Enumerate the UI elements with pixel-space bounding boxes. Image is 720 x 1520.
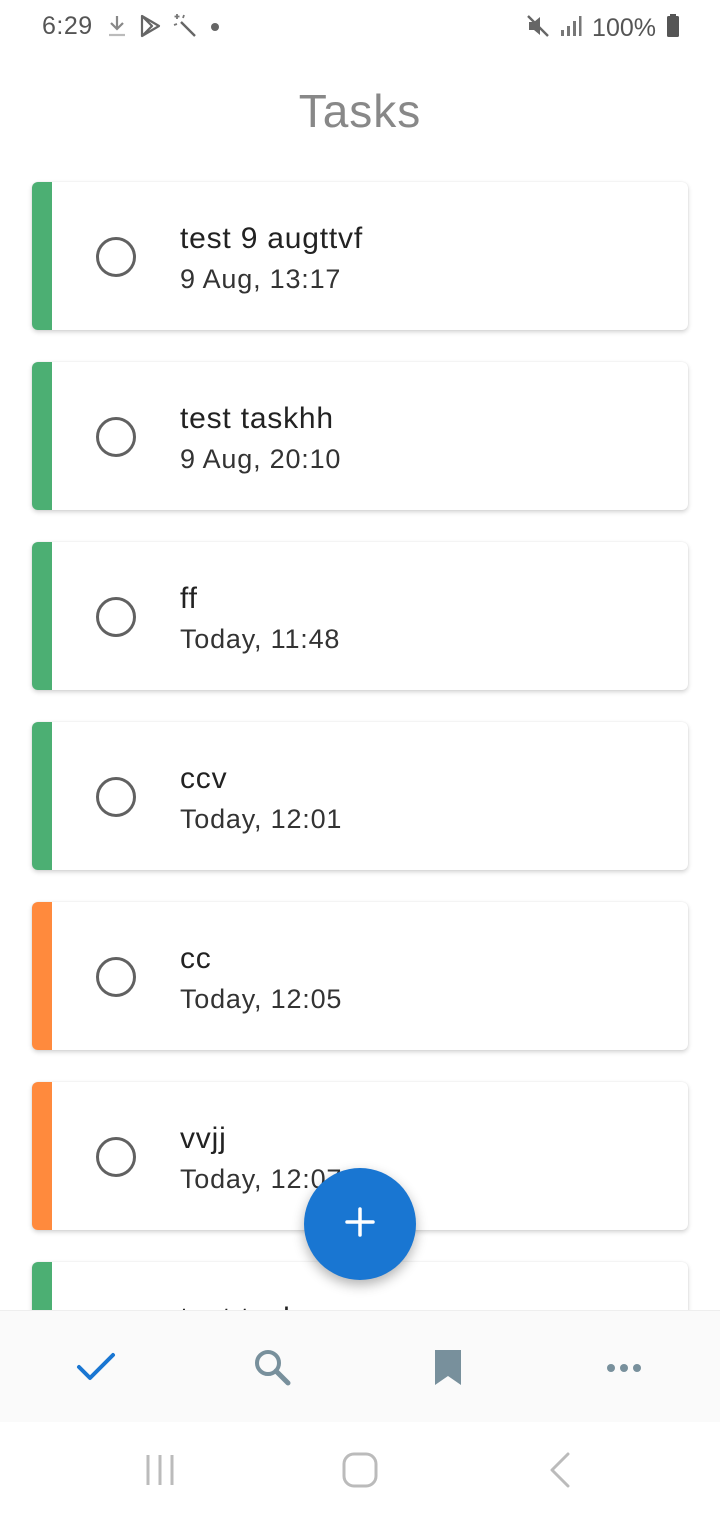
task-complete-checkbox[interactable] xyxy=(96,597,136,637)
home-button[interactable] xyxy=(330,1450,390,1494)
priority-stripe xyxy=(32,1082,52,1230)
task-card[interactable]: test 9 augttvf 9 Aug, 13:17 xyxy=(32,182,688,330)
signal-icon xyxy=(560,13,582,44)
priority-stripe xyxy=(32,182,52,330)
priority-stripe xyxy=(32,902,52,1050)
task-card[interactable]: cc Today, 12:05 xyxy=(32,902,688,1050)
task-date: 9 Aug, 13:17 xyxy=(180,264,342,294)
add-task-button[interactable] xyxy=(304,1168,416,1280)
play-store-icon xyxy=(138,13,162,44)
bottom-navigation xyxy=(0,1310,720,1423)
task-title: test task xyxy=(180,1302,299,1310)
priority-stripe xyxy=(32,542,52,690)
home-icon xyxy=(341,1451,379,1494)
task-title: vvjj xyxy=(180,1122,227,1155)
task-card[interactable]: ccv Today, 12:01 xyxy=(32,722,688,870)
task-complete-checkbox[interactable] xyxy=(96,957,136,997)
priority-stripe xyxy=(32,722,52,870)
system-navigation xyxy=(0,1422,720,1520)
task-title: test 9 augttvf xyxy=(180,222,363,255)
battery-percentage: 100% xyxy=(592,13,656,42)
check-icon xyxy=(76,1351,116,1388)
mute-icon xyxy=(526,13,550,44)
recents-icon xyxy=(142,1453,178,1492)
task-title: ccv xyxy=(180,762,228,795)
battery-icon xyxy=(666,13,680,44)
magic-wand-icon xyxy=(172,13,198,44)
page-title: Tasks xyxy=(298,85,422,137)
plus-icon xyxy=(344,1206,376,1243)
priority-stripe xyxy=(32,1262,52,1310)
status-bar: 6:29 100% xyxy=(0,0,720,56)
task-title: cc xyxy=(180,942,212,975)
task-complete-checkbox[interactable] xyxy=(96,237,136,277)
more-icon xyxy=(606,1360,642,1378)
dot-icon xyxy=(208,13,222,44)
task-title: ff xyxy=(180,582,198,615)
status-icons-left xyxy=(106,13,222,44)
nav-more[interactable] xyxy=(594,1339,654,1399)
nav-search[interactable] xyxy=(242,1339,302,1399)
task-list[interactable]: test 9 augttvf 9 Aug, 13:17 test taskhh … xyxy=(0,160,720,1310)
back-icon xyxy=(548,1452,572,1493)
status-time: 6:29 xyxy=(42,12,93,40)
task-title: test taskhh xyxy=(180,402,334,435)
task-complete-checkbox[interactable] xyxy=(96,1137,136,1177)
recents-button[interactable] xyxy=(130,1450,190,1494)
nav-tasks[interactable] xyxy=(66,1339,126,1399)
task-date: Today, 11:48 xyxy=(180,624,341,654)
priority-stripe xyxy=(32,362,52,510)
task-complete-checkbox[interactable] xyxy=(96,417,136,457)
status-icons-right: 100% xyxy=(526,12,680,44)
task-card[interactable]: test taskhh 9 Aug, 20:10 xyxy=(32,362,688,510)
task-date: Today, 12:01 xyxy=(180,804,343,834)
task-complete-checkbox[interactable] xyxy=(96,777,136,817)
bookmark-icon xyxy=(432,1347,464,1392)
task-date: 9 Aug, 20:10 xyxy=(180,444,342,474)
back-button[interactable] xyxy=(530,1450,590,1494)
nav-saved[interactable] xyxy=(418,1339,478,1399)
task-card[interactable]: ff Today, 11:48 xyxy=(32,542,688,690)
download-icon xyxy=(106,13,128,44)
task-date: Today, 12:05 xyxy=(180,984,343,1014)
search-icon xyxy=(252,1347,292,1392)
